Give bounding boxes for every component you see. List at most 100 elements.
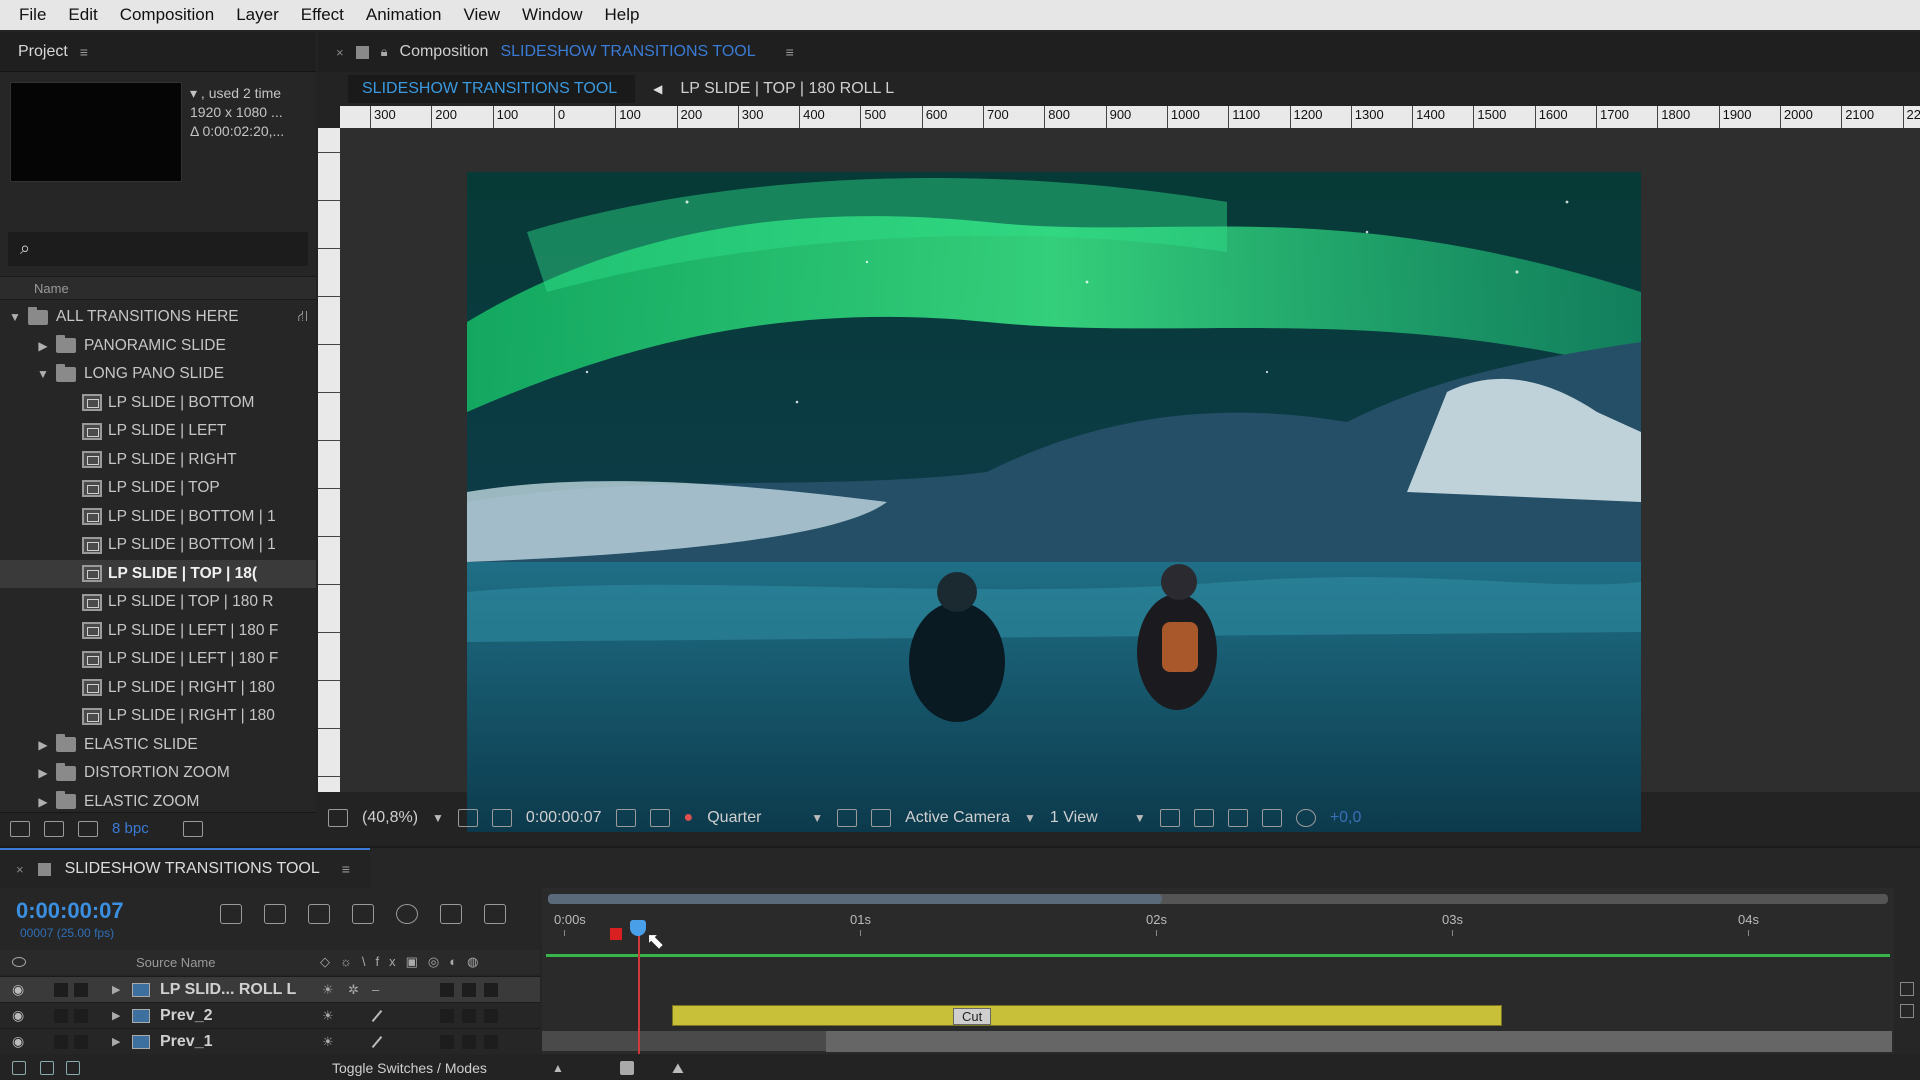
exposure-value[interactable]: +0,0 <box>1330 809 1362 827</box>
crumb-lp-slide[interactable]: LP SLIDE | TOP | 180 ROLL L <box>680 80 894 98</box>
solo-toggle[interactable] <box>74 1034 88 1049</box>
time-ruler[interactable]: 0:00s 01s 02s 03s 04s <box>542 910 1894 952</box>
project-folder[interactable]: ▶ DISTORTION ZOOM <box>0 759 316 788</box>
composition-viewport[interactable] <box>340 128 1920 832</box>
project-composition[interactable]: LP SLIDE | TOP | 180 R <box>0 588 316 617</box>
work-area-range[interactable] <box>548 894 1162 904</box>
menu-help[interactable]: Help <box>594 0 651 30</box>
project-folder[interactable]: ▼ LONG PANO SLIDE <box>0 360 316 389</box>
expand-triangle-closed-icon[interactable]: ▶ <box>36 738 50 752</box>
playhead[interactable] <box>638 922 640 1054</box>
chevron-down-icon[interactable]: ▼ <box>1024 811 1036 825</box>
expand-triangle-closed-icon[interactable]: ▶ <box>112 983 120 996</box>
project-composition[interactable]: LP SLIDE | BOTTOM <box>0 389 316 418</box>
flowchart-icon[interactable] <box>1261 809 1282 827</box>
composition-button-icon[interactable] <box>1900 1004 1914 1018</box>
always-preview-icon[interactable] <box>328 809 348 827</box>
panel-menu-icon[interactable]: ≡ <box>786 44 794 60</box>
project-composition[interactable]: LP SLIDE | LEFT | 180 F <box>0 645 316 674</box>
layer-duration-bar[interactable] <box>542 1031 826 1051</box>
solo-toggle[interactable] <box>74 982 88 997</box>
timeline-layer-row[interactable]: ◉ ▶ Prev_2 ☀ <box>0 1002 540 1028</box>
chevron-down-icon[interactable]: ▼ <box>1134 811 1146 825</box>
fast-previews-icon[interactable] <box>1193 809 1214 827</box>
menu-view[interactable]: View <box>453 0 512 30</box>
close-icon[interactable]: × <box>336 45 344 60</box>
toggle-switches-modes-button[interactable]: Toggle Switches / Modes <box>332 1060 487 1076</box>
trash-icon[interactable] <box>182 820 203 837</box>
project-composition[interactable]: LP SLIDE | TOP <box>0 474 316 503</box>
frame-blending-icon[interactable] <box>352 904 374 924</box>
channels-icon[interactable]: ● <box>684 809 694 827</box>
solo-icon[interactable] <box>484 904 506 924</box>
audio-toggle[interactable] <box>54 1008 68 1023</box>
chevron-down-icon[interactable]: ▼ <box>432 811 444 825</box>
snapshot-icon[interactable] <box>615 809 636 827</box>
zoom-slider-handle[interactable] <box>620 1061 634 1075</box>
layer-duration-bar[interactable]: Cut <box>672 1005 1502 1026</box>
project-composition[interactable]: LP SLIDE | BOTTOM | 1 <box>0 531 316 560</box>
graph-editor-icon[interactable] <box>440 904 462 924</box>
camera-dropdown[interactable]: Active Camera <box>905 809 1010 827</box>
project-composition[interactable]: LP SLIDE | RIGHT | 180 <box>0 674 316 703</box>
mode-cell[interactable] <box>440 982 454 997</box>
menu-window[interactable]: Window <box>511 0 593 30</box>
mode-cell[interactable] <box>440 1034 454 1049</box>
flowchart-icon[interactable]: ⛙ <box>297 308 308 327</box>
draft-3d-icon[interactable] <box>264 904 286 924</box>
layer-track[interactable]: Cut <box>542 1002 1894 1028</box>
solo-toggle[interactable] <box>74 1008 88 1023</box>
crumb-slideshow[interactable]: SLIDESHOW TRANSITIONS TOOL <box>348 75 636 103</box>
project-composition[interactable]: LP SLIDE | BOTTOM | 1 <box>0 503 316 532</box>
menu-edit[interactable]: Edit <box>57 0 108 30</box>
project-folder[interactable]: ▼ ALL TRANSITIONS HERE ⛙ <box>0 303 316 332</box>
expand-triangle-closed-icon[interactable]: ▶ <box>36 795 50 809</box>
quality-slash-icon[interactable] <box>371 1009 383 1023</box>
layer-marker[interactable]: Cut <box>953 1008 992 1025</box>
current-time-display[interactable]: 0:00:00:07 <box>526 809 602 827</box>
work-area-bar[interactable] <box>548 894 1888 904</box>
menu-layer[interactable]: Layer <box>225 0 290 30</box>
menu-composition[interactable]: Composition <box>109 0 226 30</box>
project-folder[interactable]: ▶ PANORAMIC SLIDE <box>0 332 316 361</box>
eye-icon[interactable]: ◉ <box>12 1033 24 1050</box>
project-composition[interactable]: LP SLIDE | LEFT | 180 F <box>0 617 316 646</box>
project-tab[interactable]: Project ≡ <box>0 32 316 72</box>
lock-icon[interactable]: 🔒︎ <box>381 44 388 60</box>
quality-slash-icon[interactable] <box>371 1035 383 1049</box>
timeline-icon[interactable] <box>1227 809 1248 827</box>
mode-cell[interactable] <box>484 1034 498 1049</box>
project-folder[interactable]: ▶ ELASTIC SLIDE <box>0 731 316 760</box>
project-composition[interactable]: LP SLIDE | RIGHT | 180 <box>0 702 316 731</box>
resolution-dropdown[interactable]: Quarter <box>707 809 797 827</box>
expand-triangle-open-icon[interactable]: ▼ <box>8 310 22 324</box>
zoom-out-icon[interactable]: ▲ <box>552 1061 564 1075</box>
collapse-switch-icon[interactable]: ☀ <box>322 1034 334 1050</box>
mode-cell[interactable] <box>484 1008 498 1023</box>
in-out-icon[interactable] <box>66 1061 80 1075</box>
comp-mini-flowchart-icon[interactable] <box>220 904 242 924</box>
new-folder-icon[interactable] <box>44 820 64 837</box>
eye-icon[interactable]: ◉ <box>12 1007 24 1024</box>
mode-cell[interactable] <box>462 982 476 997</box>
eye-icon[interactable]: ◉ <box>12 981 24 998</box>
expand-triangle-closed-icon[interactable]: ▶ <box>36 339 50 353</box>
audio-toggle[interactable] <box>54 982 68 997</box>
region-of-interest-icon[interactable] <box>837 809 858 827</box>
expand-triangle-closed-icon[interactable]: ▶ <box>112 1035 120 1048</box>
project-column-header[interactable]: Name <box>0 276 316 300</box>
mask-visibility-icon[interactable] <box>491 809 512 827</box>
expand-triangle-closed-icon[interactable]: ▶ <box>36 766 50 780</box>
bit-depth-button[interactable]: 8 bpc <box>112 820 149 837</box>
mode-cell[interactable] <box>440 1008 454 1023</box>
comp-navigator-icon[interactable] <box>1900 982 1914 996</box>
panel-menu-icon[interactable]: ≡ <box>80 44 88 60</box>
new-composition-icon[interactable] <box>78 820 98 837</box>
timeline-layer-row[interactable]: ◉ ▶ Prev_1 ☀ <box>0 1028 540 1054</box>
reset-exposure-icon[interactable] <box>1295 809 1316 827</box>
audio-toggle[interactable] <box>54 1034 68 1049</box>
panel-menu-icon[interactable]: ≡ <box>342 861 350 877</box>
playhead-handle[interactable] <box>630 920 646 936</box>
project-composition[interactable]: LP SLIDE | RIGHT <box>0 446 316 475</box>
video-visibility-icon[interactable] <box>12 957 26 967</box>
